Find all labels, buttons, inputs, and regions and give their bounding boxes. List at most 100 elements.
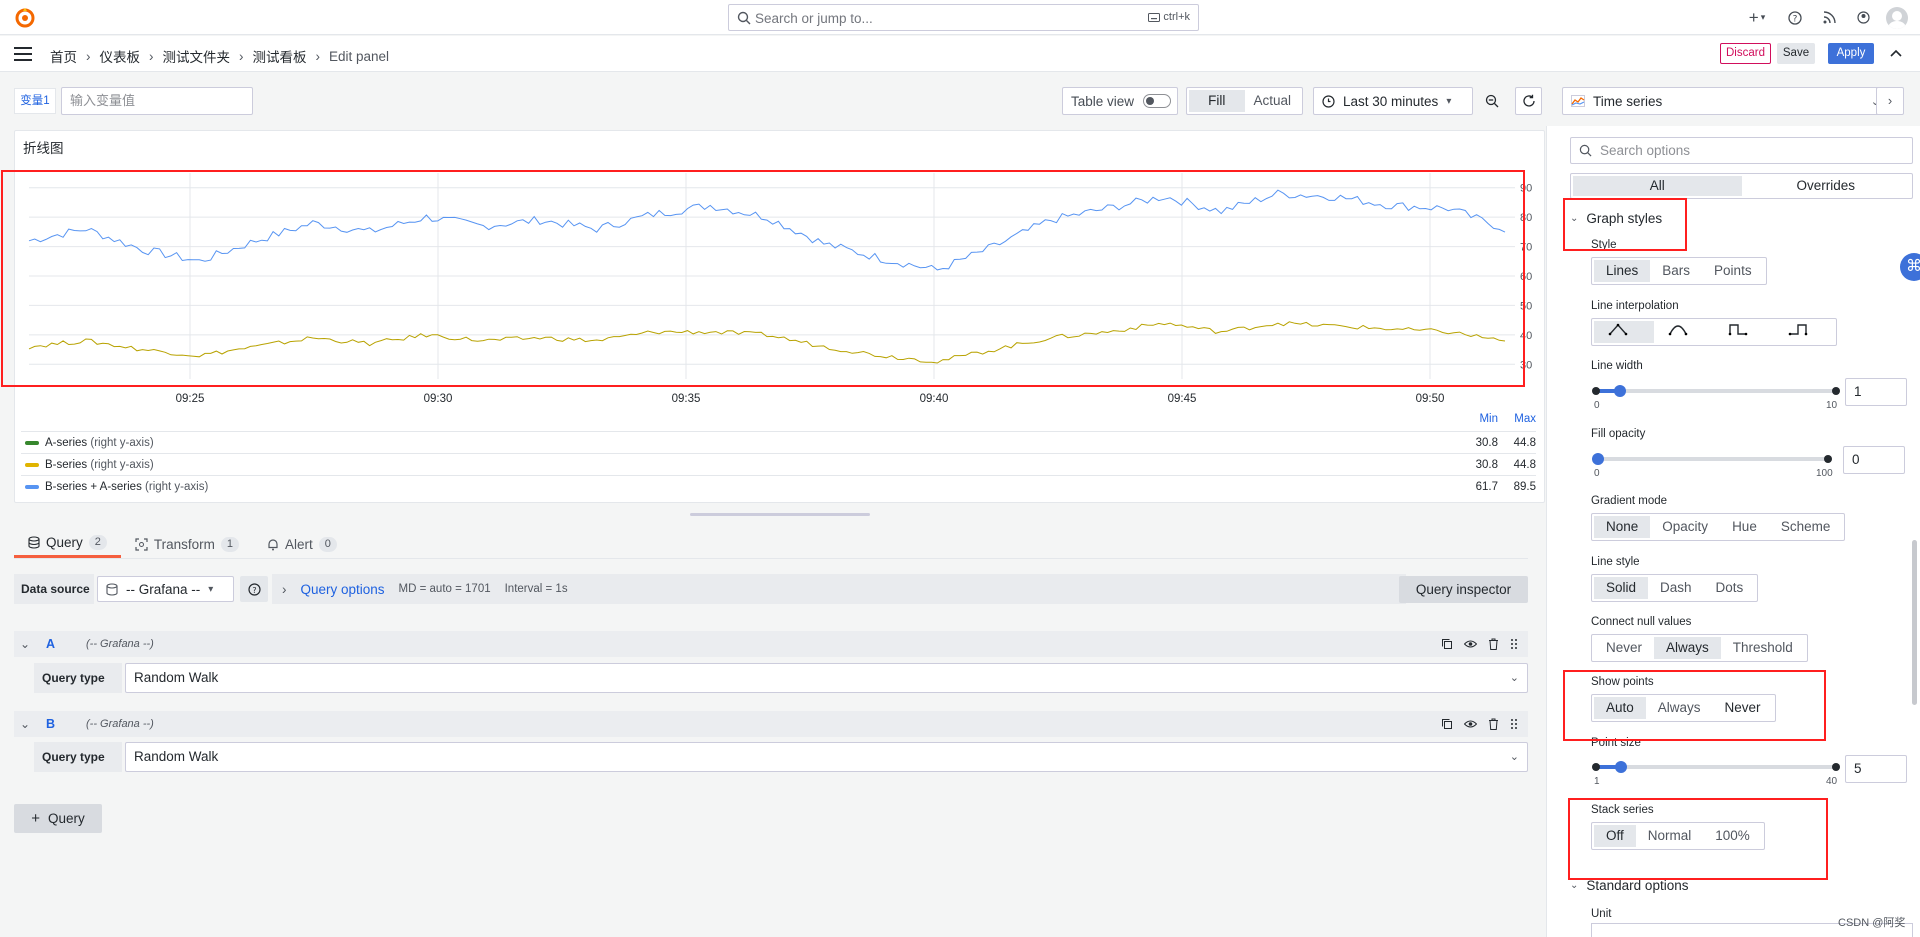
interpolation-smooth-icon[interactable] [1654,321,1714,343]
copy-icon[interactable] [1441,638,1453,650]
slider-handle[interactable] [1592,453,1604,465]
graph-styles-section[interactable]: ⌄ Graph styles [1570,211,1662,226]
query-row-header[interactable]: ⌄ A (-- Grafana --) [14,631,1528,657]
stack-percent-option[interactable]: 100% [1703,825,1762,847]
query-row-header[interactable]: ⌄ B (-- Grafana --) [14,711,1528,737]
zoom-out-icon[interactable] [1478,87,1506,115]
connect-always-option[interactable]: Always [1654,637,1721,659]
tab-overrides[interactable]: Overrides [1742,176,1911,196]
stack-normal-option[interactable]: Normal [1636,825,1704,847]
table-view-toggle[interactable]: Table view [1062,87,1178,115]
time-series-chart[interactable]: 30 40 50 60 70 80 90 09:25 09:30 09:35 09:40 09:45 0… [15,161,1546,416]
command-icon[interactable]: ⌘ [1900,253,1920,281]
variable-input[interactable]: 输入变量值 [61,87,253,115]
help-icon[interactable]: ? [1784,7,1806,29]
legend-series-name[interactable]: B-series + A-series (right y-axis) [45,481,1460,493]
options-scrollbar[interactable] [1912,540,1917,705]
fill-option[interactable]: Fill [1189,90,1245,112]
tab-all[interactable]: All [1573,176,1742,196]
point-size-slider[interactable]: 1 40 [1592,756,1840,787]
discard-button[interactable]: Discard [1720,43,1771,64]
gradient-hue-option[interactable]: Hue [1720,516,1769,538]
stack-off-option[interactable]: Off [1594,825,1636,847]
options-search-input[interactable]: Search options [1570,137,1913,164]
legend-max-header[interactable]: Max [1498,413,1536,431]
breadcrumb-dashboards[interactable]: 仪表板 [100,46,141,66]
style-lines-option[interactable]: Lines [1594,260,1651,282]
fill-opacity-input[interactable]: 0 [1843,446,1905,474]
add-query-button[interactable]: + Query [14,804,102,833]
legend-min-header[interactable]: Min [1460,413,1498,431]
show-points-never-option[interactable]: Never [1713,697,1773,719]
show-points-always-option[interactable]: Always [1646,697,1713,719]
interpolation-step-after-icon[interactable] [1774,321,1834,343]
eye-icon[interactable] [1464,638,1477,650]
query-ref-id[interactable]: A [46,637,86,651]
breadcrumb-folder[interactable]: 测试文件夹 [163,46,231,66]
help-circle-icon[interactable]: ? [240,576,268,602]
query-inspector-button[interactable]: Query inspector [1399,576,1528,603]
legend-row[interactable]: A-series (right y-axis) 30.8 44.8 [21,431,1536,453]
line-style-solid-option[interactable]: Solid [1594,577,1649,599]
query-ref-id[interactable]: B [46,717,86,731]
legend-row[interactable]: B-series + A-series (right y-axis) 61.7 … [21,475,1536,497]
save-button[interactable]: Save [1777,43,1815,64]
menu-icon[interactable] [14,47,32,61]
tab-query[interactable]: Query 2 [14,530,121,558]
gradient-opacity-option[interactable]: Opacity [1650,516,1720,538]
legend-row[interactable]: B-series (right y-axis) 30.8 44.8 [21,453,1536,475]
style-points-option[interactable]: Points [1702,260,1764,282]
line-style-dots-option[interactable]: Dots [1704,577,1756,599]
fill-opacity-slider[interactable]: 0 100 [1592,448,1833,479]
series-color-swatch[interactable] [25,484,39,489]
legend-series-name[interactable]: B-series (right y-axis) [45,459,1460,471]
gradient-scheme-option[interactable]: Scheme [1769,516,1843,538]
search-input[interactable]: Search or jump to... ctrl+k [728,4,1199,31]
breadcrumb-dashboard[interactable]: 测试看板 [253,46,307,66]
eye-icon[interactable] [1464,718,1477,730]
connect-never-option[interactable]: Never [1594,637,1654,659]
standard-options-section[interactable]: ⌄ Standard options [1570,878,1688,893]
chevron-up-icon[interactable] [1888,46,1904,62]
datasource-picker[interactable]: -- Grafana -- ▾ [97,576,234,602]
connect-threshold-option[interactable]: Threshold [1721,637,1805,659]
actual-option[interactable]: Actual [1245,90,1301,112]
chevron-right-icon[interactable]: › [282,582,287,597]
user-icon[interactable] [1852,7,1874,29]
series-color-swatch[interactable] [25,440,39,445]
apply-button[interactable]: Apply [1828,43,1874,64]
collapse-options-icon[interactable]: › [1876,87,1904,115]
query-type-select[interactable]: Random Walk ⌄ [125,742,1528,772]
breadcrumb-home[interactable]: 首页 [50,46,77,66]
query-options-link[interactable]: Query options [301,582,385,597]
avatar[interactable] [1886,6,1908,29]
slider-handle[interactable] [1615,761,1627,773]
copy-icon[interactable] [1441,718,1453,730]
pane-resize-handle[interactable] [690,513,870,516]
legend-series-name[interactable]: A-series (right y-axis) [45,437,1460,449]
show-points-auto-option[interactable]: Auto [1594,697,1646,719]
drag-handle-icon[interactable] [1510,718,1518,730]
slider-handle[interactable] [1614,385,1626,397]
drag-handle-icon[interactable] [1510,638,1518,650]
trash-icon[interactable] [1488,638,1499,650]
trash-icon[interactable] [1488,718,1499,730]
interpolation-linear-icon[interactable] [1594,321,1654,343]
tab-alert[interactable]: Alert 0 [253,530,351,558]
time-range-picker[interactable]: Last 30 minutes ▾ [1313,87,1473,115]
rss-icon[interactable] [1818,7,1840,29]
refresh-icon[interactable] [1515,87,1542,115]
line-width-slider[interactable]: 0 10 [1592,380,1840,411]
style-bars-option[interactable]: Bars [1650,260,1702,282]
grafana-logo-icon[interactable] [14,6,36,28]
point-size-input[interactable]: 5 [1845,755,1907,783]
visualization-picker[interactable]: Time series ⌄ [1562,87,1889,115]
line-width-input[interactable]: 1 [1845,378,1907,406]
line-style-dash-option[interactable]: Dash [1648,577,1704,599]
chevron-down-icon[interactable]: ⌄ [14,637,36,651]
chevron-down-icon[interactable]: ⌄ [14,717,36,731]
gradient-none-option[interactable]: None [1594,516,1651,538]
tab-transform[interactable]: Transform 1 [121,530,253,558]
add-button[interactable]: + ▾ [1742,7,1772,29]
interpolation-step-before-icon[interactable] [1714,321,1774,343]
